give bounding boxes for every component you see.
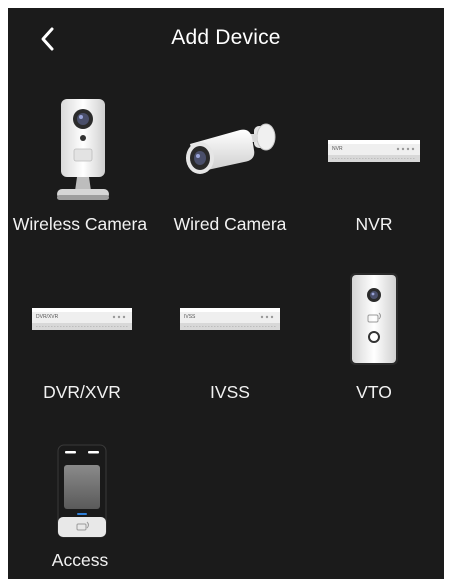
device-label: VTO: [356, 382, 392, 402]
ivss-recorder-icon: IVSS: [180, 308, 280, 330]
add-device-screen: Add Device Wireless Camera Wired Camera …: [8, 8, 444, 579]
device-label: NVR: [355, 214, 393, 234]
device-label: DVR/XVR: [43, 382, 121, 402]
device-label: Access: [51, 550, 109, 570]
nvr-recorder-icon: NVR: [328, 140, 420, 162]
page-title: Add Device: [171, 26, 281, 49]
device-type-grid: Wireless Camera Wired Camera NVR NVR DVR…: [8, 92, 444, 579]
chevron-left-icon: [41, 27, 54, 51]
svg-text:NVR: NVR: [332, 146, 343, 152]
device-tile-access[interactable]: Access: [8, 428, 156, 579]
device-label: Wireless Camera: [12, 214, 148, 234]
device-tile-wired-camera[interactable]: Wired Camera: [156, 92, 304, 260]
device-label: Wired Camera: [173, 214, 287, 234]
svg-text:IVSS: IVSS: [184, 314, 196, 320]
access-terminal-icon: [57, 444, 107, 538]
vto-doorbell-icon: [350, 273, 398, 365]
svg-text:DVR/XVR: DVR/XVR: [36, 314, 59, 320]
device-tile-vto[interactable]: VTO: [304, 260, 444, 428]
device-tile-nvr[interactable]: NVR NVR: [304, 92, 444, 260]
device-label: IVSS: [210, 382, 250, 402]
device-tile-dvr-xvr[interactable]: DVR/XVR DVR/XVR: [8, 260, 156, 428]
device-tile-ivss[interactable]: IVSS IVSS: [156, 260, 304, 428]
device-tile-wireless-camera[interactable]: Wireless Camera: [8, 92, 156, 260]
wireless-camera-icon: [57, 99, 109, 200]
back-button[interactable]: [32, 22, 64, 56]
bullet-camera-icon: [186, 123, 276, 174]
dvr-recorder-icon: DVR/XVR: [32, 308, 132, 330]
header-bar: Add Device: [8, 8, 444, 72]
